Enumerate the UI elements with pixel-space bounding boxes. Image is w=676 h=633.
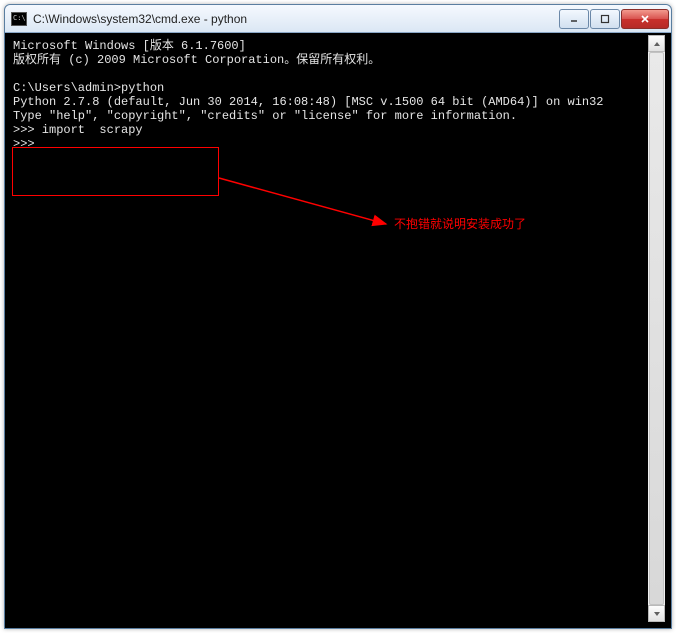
scroll-up-button[interactable]: [648, 35, 665, 52]
close-button[interactable]: [621, 9, 669, 29]
scroll-track[interactable]: [648, 52, 665, 605]
vertical-scrollbar[interactable]: [648, 35, 665, 622]
maximize-button[interactable]: [590, 9, 620, 29]
cmd-window: C:\Windows\system32\cmd.exe - python Mic…: [4, 4, 672, 629]
window-controls: [559, 9, 669, 29]
scroll-down-button[interactable]: [648, 605, 665, 622]
scroll-thumb[interactable]: [649, 52, 664, 605]
titlebar[interactable]: C:\Windows\system32\cmd.exe - python: [5, 5, 671, 33]
minimize-button[interactable]: [559, 9, 589, 29]
terminal-output[interactable]: Microsoft Windows [版本 6.1.7600] 版权所有 (c)…: [11, 35, 648, 622]
window-title: C:\Windows\system32\cmd.exe - python: [33, 12, 559, 26]
cmd-icon: [11, 12, 27, 26]
terminal-frame: Microsoft Windows [版本 6.1.7600] 版权所有 (c)…: [11, 35, 665, 622]
